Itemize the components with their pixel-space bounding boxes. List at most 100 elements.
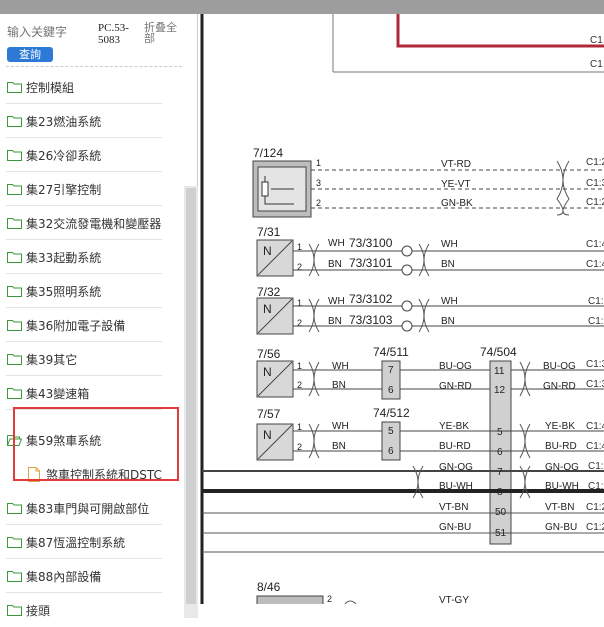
divider: [6, 66, 182, 67]
tree-item-label: 集27引擎控制: [26, 183, 102, 197]
folder-icon: [7, 537, 22, 548]
tree-item[interactable]: 集36附加電子設備: [0, 308, 182, 342]
schematic-label: C1:4: [586, 239, 604, 250]
tree-item[interactable]: 集87恆溫控制系統: [0, 525, 182, 559]
schematic-label: 73/3102: [349, 292, 393, 306]
schematic-label: 2: [316, 198, 321, 208]
tree-item[interactable]: 集35照明系統: [0, 274, 182, 308]
tree-item-label: 集32交流發電機和變壓器: [26, 217, 162, 231]
folder-icon: [7, 388, 22, 399]
tree-item-label: 集26冷卻系統: [26, 149, 102, 163]
schematic-label: BU-RD: [545, 441, 577, 452]
schematic-label: BN: [332, 441, 346, 452]
tree-item[interactable]: 控制模組: [0, 70, 182, 104]
document-viewer: C1 C1 7/124 1 3 2 VT-RD YE-VT GN-BK C1:2…: [198, 14, 604, 607]
schematic-label: BN: [441, 259, 455, 270]
schematic-label: WH: [332, 361, 349, 372]
tree-item-label: 集43變速箱: [26, 387, 90, 401]
schematic-label: GN-RD: [543, 381, 576, 392]
schematic-label: VT-BN: [545, 502, 574, 513]
tree-item[interactable]: 集33起動系統: [0, 240, 182, 274]
schematic-label: GN-BK: [441, 198, 473, 209]
schematic-label: VT-BN: [439, 502, 468, 513]
tree-item[interactable]: 集39其它: [0, 342, 182, 376]
tree-item[interactable]: 集88內部設備: [0, 559, 182, 593]
schematic-label: C1:3: [586, 178, 604, 189]
schematic-label: 6: [388, 446, 394, 457]
schematic-label: C1:4: [586, 441, 604, 452]
tree-item-label: 集36附加電子設備: [26, 319, 126, 333]
schematic-label: GN-OG: [545, 462, 579, 473]
schematic-label: 7/57: [257, 407, 281, 421]
schematic-label: 6: [388, 385, 394, 396]
tree-item[interactable]: 集43變速箱: [0, 376, 182, 410]
tree-item-label: 集88內部設備: [26, 570, 102, 584]
search-area: 查詢: [7, 22, 91, 62]
schematic-label: VT-RD: [441, 159, 471, 170]
schematic-label: BN: [328, 259, 342, 270]
tree-item-label: 集87恆溫控制系統: [26, 536, 126, 550]
schematic-label: WH: [332, 421, 349, 432]
schematic-label: 5: [388, 426, 394, 437]
schematic-label: 73/3103: [349, 313, 393, 327]
tree-item[interactable]: 集26冷卻系統: [0, 138, 182, 172]
schematic-label: C1:: [588, 316, 604, 327]
window-top-bar: [0, 0, 604, 14]
schematic-label: 6: [497, 447, 503, 458]
scrollbar-thumb[interactable]: [186, 188, 196, 604]
schematic-label: 51: [495, 528, 507, 539]
schematic-label: 7: [388, 365, 394, 376]
tree-item-label: 集35照明系統: [26, 285, 102, 299]
schematic-label: C1:4: [586, 421, 604, 432]
schematic-label: C1:2: [586, 157, 604, 168]
tree-item[interactable]: 集23燃油系統: [0, 104, 182, 138]
schematic-label: 50: [495, 507, 507, 518]
folder-icon: [7, 150, 22, 161]
tree-item-label: 集83車門與可開啟部位: [26, 502, 150, 516]
schematic-label: WH: [328, 296, 345, 307]
schematic-label: 1: [316, 158, 321, 168]
folder-icon: [7, 218, 22, 229]
schematic-label: C1:: [588, 461, 604, 472]
sidebar: 查詢 PC.53-5083 折叠全部 控制模組 集23燃油系統 集26冷卻系統 …: [0, 14, 198, 618]
component-label: 7/124: [253, 146, 283, 160]
schematic-label: 2: [327, 594, 332, 604]
tree-item[interactable]: 集83車門與可開啟部位: [0, 491, 182, 525]
wiring-schematic: C1 C1 7/124 1 3 2 VT-RD YE-VT GN-BK C1:2…: [200, 14, 604, 607]
folder-icon: [7, 116, 22, 127]
schematic-label: N: [263, 428, 272, 442]
folder-icon: [7, 320, 22, 331]
tree-item[interactable]: 集27引擎控制: [0, 172, 182, 206]
schematic-label: 73/3100: [349, 236, 393, 250]
schematic-label: 74/512: [373, 406, 410, 420]
schematic-label: YE-BK: [545, 421, 575, 432]
schematic-label: BN: [441, 316, 455, 327]
schematic-label: 8/46: [257, 580, 281, 594]
schematic-label: 3: [316, 178, 321, 188]
tree-item[interactable]: 接頭: [0, 593, 182, 627]
schematic-label: WH: [328, 238, 345, 249]
schematic-label: 74/504: [480, 345, 517, 359]
schematic-label: YE-BK: [439, 421, 469, 432]
schematic-label: N: [263, 365, 272, 379]
schematic-label: WH: [441, 296, 458, 307]
query-button[interactable]: 查詢: [7, 47, 53, 62]
schematic-label: BU-RD: [439, 441, 471, 452]
search-input[interactable]: [7, 22, 91, 42]
folder-icon: [7, 82, 22, 93]
schematic-label: 11: [494, 366, 505, 377]
schematic-label: 74/511: [373, 345, 409, 359]
schematic-label: BU-OG: [439, 361, 472, 372]
tree-item-label: 集33起動系統: [26, 251, 102, 265]
tree-item[interactable]: 集32交流發電機和變壓器: [0, 206, 182, 240]
schematic-label: N: [263, 244, 272, 258]
schematic-label: 7/32: [257, 285, 281, 299]
tree-item-label: 集39其它: [26, 353, 78, 367]
collapse-all-link[interactable]: 折叠全部: [144, 22, 184, 44]
selection-highlight-box: [13, 407, 179, 481]
schematic-label: WH: [441, 239, 458, 250]
folder-icon: [7, 252, 22, 263]
schematic-label: C1:: [588, 296, 604, 307]
schematic-label: 7/56: [257, 347, 281, 361]
folder-icon: [7, 571, 22, 582]
